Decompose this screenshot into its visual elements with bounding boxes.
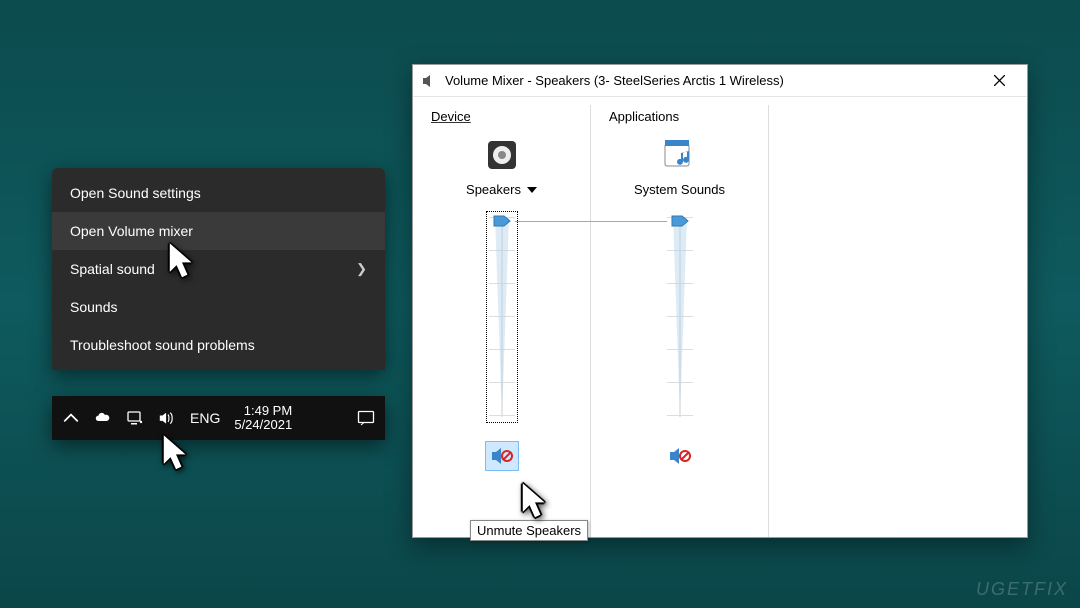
device-volume-slider[interactable] [489,217,515,417]
device-column: Device Speakers [413,105,591,537]
window-speaker-icon [421,73,437,89]
chevron-right-icon: ❯ [356,261,367,277]
show-hidden-icons[interactable] [62,409,80,427]
speakers-device-icon[interactable] [485,138,519,172]
menu-item-label: Open Volume mixer [70,223,193,239]
menu-item-open-volume-mixer[interactable]: Open Volume mixer [52,212,385,250]
slider-thumb-icon[interactable] [671,215,689,227]
system-sounds-icon[interactable] [663,138,697,172]
sound-context-menu: Open Sound settings Open Volume mixer Sp… [52,168,385,370]
language-indicator[interactable]: ENG [190,410,220,426]
titlebar[interactable]: Volume Mixer - Speakers (3- SteelSeries … [413,65,1027,97]
device-mute-button[interactable] [485,441,519,471]
caret-down-icon [527,187,537,193]
taskbar-clock[interactable]: 1:49 PM 5/24/2021 [234,404,292,433]
device-header: Device [413,105,471,132]
menu-item-troubleshoot[interactable]: Troubleshoot sound problems [52,326,385,364]
window-title: Volume Mixer - Speakers (3- SteelSeries … [445,73,784,88]
menu-item-label: Troubleshoot sound problems [70,337,255,353]
menu-item-spatial-sound[interactable]: Spatial sound ❯ [52,250,385,288]
device-selector[interactable]: Speakers [466,182,537,197]
system-sounds-column: Applications System Sounds [591,105,769,537]
action-center-icon[interactable] [357,409,375,427]
volume-icon[interactable] [158,409,176,427]
menu-item-sounds[interactable]: Sounds [52,288,385,326]
cursor-icon [168,242,196,280]
cursor-icon [521,482,549,520]
clock-time: 1:49 PM [234,404,292,418]
taskbar: ENG 1:49 PM 5/24/2021 [52,396,385,440]
empty-column [769,105,1027,537]
watermark: UGETFIX [976,579,1068,600]
close-button[interactable] [979,67,1019,95]
unmute-tooltip: Unmute Speakers [470,520,588,541]
system-sounds-mute-button[interactable] [663,441,697,471]
volume-mixer-window: Volume Mixer - Speakers (3- SteelSeries … [412,64,1028,538]
menu-item-open-sound-settings[interactable]: Open Sound settings [52,174,385,212]
cursor-icon [162,434,190,472]
menu-item-label: Spatial sound [70,261,155,277]
device-label: Speakers [466,182,521,197]
applications-header: Applications [591,105,679,132]
system-sounds-label: System Sounds [634,182,725,197]
system-sounds-slider[interactable] [667,217,693,417]
network-icon[interactable] [126,409,144,427]
menu-item-label: Sounds [70,299,117,315]
onedrive-icon[interactable] [94,409,112,427]
mixer-content: Device Speakers Applications [413,97,1027,537]
menu-item-label: Open Sound settings [70,185,201,201]
clock-date: 5/24/2021 [234,418,292,432]
slider-thumb-icon[interactable] [493,215,511,227]
